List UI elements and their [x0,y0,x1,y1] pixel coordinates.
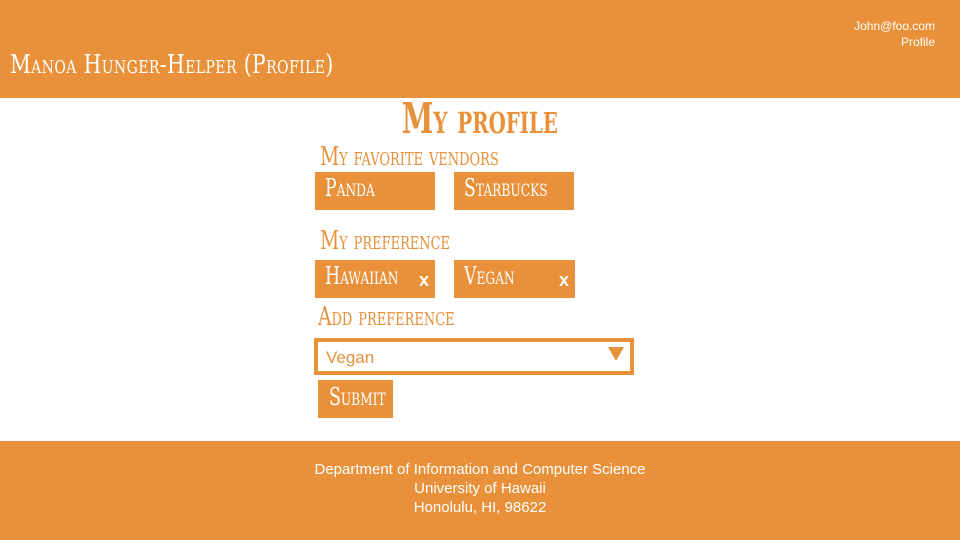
add-preference-select[interactable]: Vegan [314,338,634,375]
preference-chip-vegan: Vegan x [454,260,575,298]
close-icon[interactable]: x [559,270,569,291]
favorite-vendors-heading: My favorite vendors [320,142,499,172]
profile-link[interactable]: Profile [854,34,935,50]
preference-chip-hawaiian: Hawaiian x [315,260,435,298]
app-title: Manoa Hunger-Helper (Profile) [10,50,334,80]
vendor-chip-starbucks[interactable]: Starbucks [454,172,574,210]
footer-university: University of Hawaii [414,480,546,497]
footer: Department of Information and Computer S… [0,441,960,540]
user-email-link[interactable]: John@foo.com [854,18,935,34]
vendor-chip-label: Starbucks [464,174,548,202]
preference-chip-label: Vegan [464,262,515,290]
vendor-chip-panda[interactable]: Panda [315,172,435,210]
caret-down-icon[interactable] [608,347,624,361]
add-preference-heading: Add preference [318,302,455,332]
header-bar: Manoa Hunger-Helper (Profile) John@foo.c… [0,0,960,98]
page-title: My profile [0,94,960,143]
footer-department: Department of Information and Computer S… [314,461,646,478]
submit-button-label: Submit [329,383,386,411]
page-title-text: My profile [401,94,559,143]
close-icon[interactable]: x [419,270,429,291]
preference-chip-label: Hawaiian [325,262,399,290]
submit-button[interactable]: Submit [318,380,393,418]
footer-address: Honolulu, HI, 98622 [413,499,547,516]
add-preference-selected-value: Vegan [326,348,375,367]
vendor-chip-label: Panda [325,174,375,202]
user-menu: John@foo.com Profile [854,18,935,50]
preference-heading: My preference [320,226,451,256]
